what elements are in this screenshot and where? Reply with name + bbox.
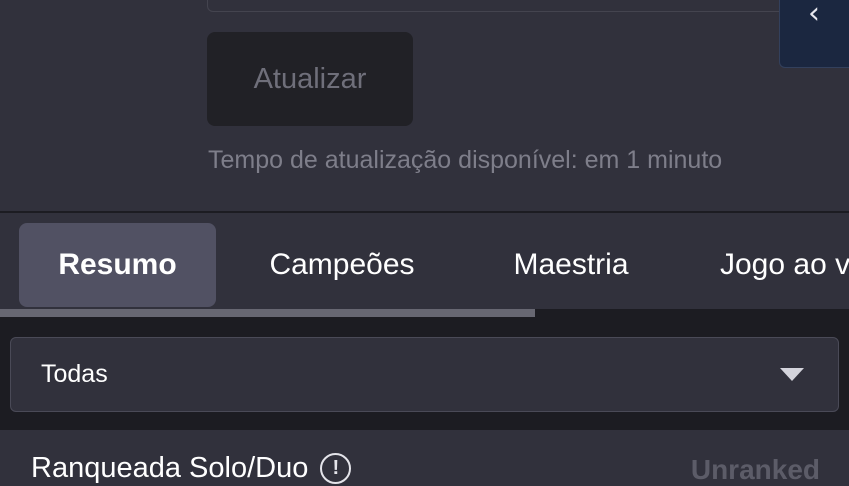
chevron-left-icon: ‹ bbox=[808, 0, 820, 31]
tab-campeoes[interactable]: Campeões bbox=[232, 223, 452, 307]
update-availability-text: Tempo de atualização disponível: em 1 mi… bbox=[208, 146, 723, 174]
header-field bbox=[207, 0, 809, 12]
update-button[interactable]: Atualizar bbox=[207, 32, 413, 126]
tab-scroll-thumb[interactable] bbox=[0, 309, 535, 317]
page: ‹ Atualizar Tempo de atualização disponí… bbox=[0, 0, 849, 486]
caret-down-icon bbox=[780, 368, 804, 381]
queue-filter-value: Todas bbox=[41, 360, 108, 388]
tab-jogo-ao-vivo[interactable]: Jogo ao vivo bbox=[690, 223, 849, 307]
tab-maestria[interactable]: Maestria bbox=[478, 223, 664, 307]
collapse-button[interactable]: ‹ bbox=[779, 0, 849, 68]
queue-filter-select[interactable]: Todas bbox=[10, 337, 839, 412]
ranked-tier: Unranked bbox=[690, 454, 820, 485]
summoner-header: ‹ Atualizar Tempo de atualização disponí… bbox=[0, 0, 849, 211]
info-icon[interactable]: ! bbox=[320, 453, 352, 484]
tab-resumo[interactable]: Resumo bbox=[19, 223, 216, 307]
ranked-title-label: Ranqueada Solo/Duo bbox=[31, 452, 309, 484]
ranked-title: Ranqueada Solo/Duo ! bbox=[31, 452, 352, 485]
tab-bar: Resumo Campeões Maestria Jogo ao vivo bbox=[0, 213, 849, 309]
